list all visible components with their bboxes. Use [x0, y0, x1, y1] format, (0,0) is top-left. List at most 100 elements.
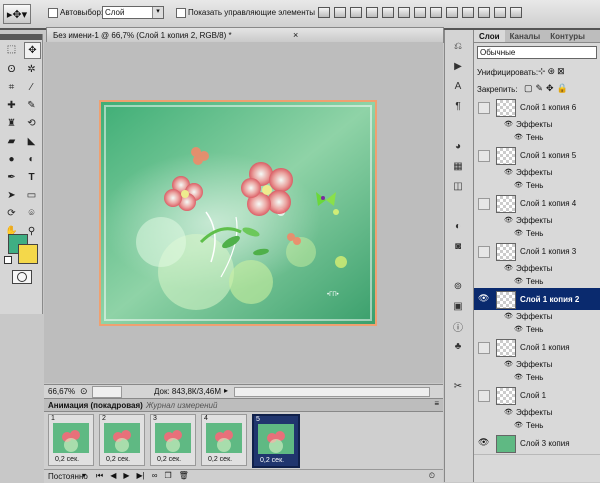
default-colors-icon[interactable] [4, 256, 12, 264]
shadow-effect-row[interactable]: 👁 Тень [474, 275, 600, 289]
eraser-tool-icon[interactable]: ▰ [4, 134, 19, 149]
close-icon[interactable]: × [293, 30, 298, 40]
color-panel-icon[interactable]: ◕ [451, 140, 465, 152]
effects-row[interactable]: 👁 Эффекты [474, 358, 600, 372]
adjustments-panel-icon[interactable]: ◐ [451, 220, 465, 232]
move-tool-preset-button[interactable]: ▸✥▾ [3, 4, 31, 24]
layer-row[interactable]: Слой 1 копия 4 [474, 192, 600, 215]
eyedropper-tool-icon[interactable]: ⁄ [24, 80, 39, 95]
dodge-tool-icon[interactable]: ◐ [24, 152, 39, 167]
shadow-effect-row[interactable]: 👁 Тень [474, 371, 600, 385]
layer-row[interactable]: Слой 1 [474, 384, 600, 407]
tab-channels[interactable]: Каналы [505, 30, 546, 42]
actions-panel-icon[interactable]: ▶ [451, 60, 465, 72]
shadow-eye-icon[interactable]: 👁 [514, 421, 523, 429]
styles-panel-icon[interactable]: ◫ [451, 180, 465, 192]
effects-row[interactable]: 👁 Эффекты [474, 310, 600, 324]
effects-row[interactable]: 👁 Эффекты [474, 406, 600, 420]
tween-icon[interactable]: ∞ [152, 471, 158, 481]
lock-icons[interactable]: ▢✎✥🔒 [524, 83, 571, 94]
zoom-field[interactable]: 66,67% [48, 387, 75, 396]
3d-rotate-tool-icon[interactable]: ⟳ [4, 206, 19, 221]
animation-frame[interactable]: 1 0,2 сек. [48, 414, 94, 466]
swatches-panel-icon[interactable]: ▦ [451, 160, 465, 172]
shadow-eye-icon[interactable]: 👁 [514, 325, 523, 333]
effects-eye-icon[interactable]: 👁 [504, 312, 513, 320]
type-tool-icon[interactable]: T [24, 170, 39, 185]
effects-row[interactable]: 👁 Эффекты [474, 214, 600, 228]
paragraph-panel-icon[interactable]: ¶ [451, 100, 465, 112]
autoselect-checkbox[interactable] [48, 8, 58, 18]
unify-icons[interactable]: ⊹⊛⊠ [538, 66, 567, 77]
visibility-toggle[interactable] [478, 342, 490, 354]
align-bottom-icon[interactable] [350, 7, 362, 18]
shadow-eye-icon[interactable]: 👁 [514, 181, 523, 189]
background-color-swatch[interactable] [18, 244, 38, 264]
effects-eye-icon[interactable]: 👁 [504, 120, 513, 128]
shadow-effect-row[interactable]: 👁 Тень [474, 323, 600, 337]
shadow-eye-icon[interactable]: 👁 [514, 373, 523, 381]
show-controls-checkbox[interactable] [176, 8, 186, 18]
align-left-icon[interactable] [366, 7, 378, 18]
align-right-icon[interactable] [398, 7, 410, 18]
visibility-toggle[interactable] [478, 198, 490, 210]
tool-presets-panel-icon[interactable]: ✂ [451, 380, 465, 392]
frame-delay[interactable]: 0,2 сек. [106, 456, 130, 463]
visibility-toggle[interactable] [478, 246, 490, 258]
visibility-toggle[interactable] [478, 150, 490, 162]
panel-menu-icon[interactable]: ≡ [434, 399, 439, 408]
pen-tool-icon[interactable]: ✒ [4, 170, 19, 185]
3d-panel-icon[interactable]: ⊚ [451, 280, 465, 292]
autoselect-dropdown[interactable]: Слой ▾ [102, 6, 164, 19]
brush-tool-icon[interactable]: ✎ [24, 98, 39, 113]
auto-align-icon[interactable] [510, 7, 522, 18]
document-tab[interactable]: Без имени-1 @ 66,7% (Слой 1 копия 2, RGB… [46, 27, 444, 43]
distribute-bottom-icon[interactable] [446, 7, 458, 18]
magic-wand-tool-icon[interactable]: ✲ [24, 62, 39, 77]
effects-eye-icon[interactable]: 👁 [504, 264, 513, 272]
eye-icon[interactable]: 👁 [478, 437, 489, 448]
image-canvas[interactable]: •ГП• [99, 100, 377, 326]
effects-row[interactable]: 👁 Эффекты [474, 166, 600, 180]
shadow-effect-row[interactable]: 👁 Тень [474, 227, 600, 241]
toolbox-grip[interactable] [0, 34, 42, 40]
effects-eye-icon[interactable]: 👁 [504, 408, 513, 416]
masks-panel-icon[interactable]: ◙ [451, 240, 465, 252]
shape-tool-icon[interactable]: ▭ [24, 188, 39, 203]
effects-row[interactable]: 👁 Эффекты [474, 118, 600, 132]
shadow-eye-icon[interactable]: 👁 [514, 133, 523, 141]
3d-orbit-tool-icon[interactable]: ⌾ [24, 206, 39, 221]
frame-delay[interactable]: 0,2 сек. [260, 457, 284, 464]
clone-stamp-tool-icon[interactable]: ♜ [4, 116, 19, 131]
effects-eye-icon[interactable]: 👁 [504, 360, 513, 368]
layer-row[interactable]: Слой 1 копия 6 [474, 96, 600, 119]
tab-measurement-log[interactable]: Журнал измерений [146, 401, 217, 410]
animation-frame[interactable]: 3 0,2 сек. [150, 414, 196, 466]
marquee-tool-icon[interactable]: ⬚ [4, 42, 19, 57]
path-selection-tool-icon[interactable]: ➤ [4, 188, 19, 203]
history-panel-icon[interactable]: ⎌ [451, 40, 465, 52]
previous-frame-icon[interactable]: ◀ [110, 471, 116, 481]
distribute-top-icon[interactable] [414, 7, 426, 18]
next-frame-icon[interactable]: ▶| [137, 471, 145, 481]
frame-delay[interactable]: 0,2 сек. [208, 456, 232, 463]
effects-eye-icon[interactable]: 👁 [504, 216, 513, 224]
status-menu-arrow-icon[interactable]: ▸ [224, 386, 228, 395]
crop-tool-icon[interactable]: ⌗ [4, 80, 19, 95]
first-frame-icon[interactable]: ⏮ [96, 471, 103, 481]
blend-mode-dropdown[interactable]: Обычные [477, 46, 597, 59]
clone-source-panel-icon[interactable]: ♣ [451, 340, 465, 352]
move-tool-icon[interactable]: ✥ [24, 42, 41, 59]
history-brush-tool-icon[interactable]: ⟲ [24, 116, 39, 131]
distribute-right-icon[interactable] [494, 7, 506, 18]
layer-row[interactable]: 👁 Слой 1 копия 2 [474, 288, 600, 311]
tab-animation[interactable]: Анимация (покадровая) [48, 401, 143, 410]
shadow-effect-row[interactable]: 👁 Тень [474, 179, 600, 193]
lasso-tool-icon[interactable]: ʘ [4, 62, 19, 77]
eye-icon[interactable]: 👁 [478, 293, 489, 304]
effects-row[interactable]: 👁 Эффекты [474, 262, 600, 276]
blur-tool-icon[interactable]: ● [4, 152, 19, 167]
convert-timeline-icon[interactable]: ⏲ [429, 471, 435, 481]
frame-delay[interactable]: 0,2 сек. [157, 456, 181, 463]
align-hcenter-icon[interactable] [382, 7, 394, 18]
